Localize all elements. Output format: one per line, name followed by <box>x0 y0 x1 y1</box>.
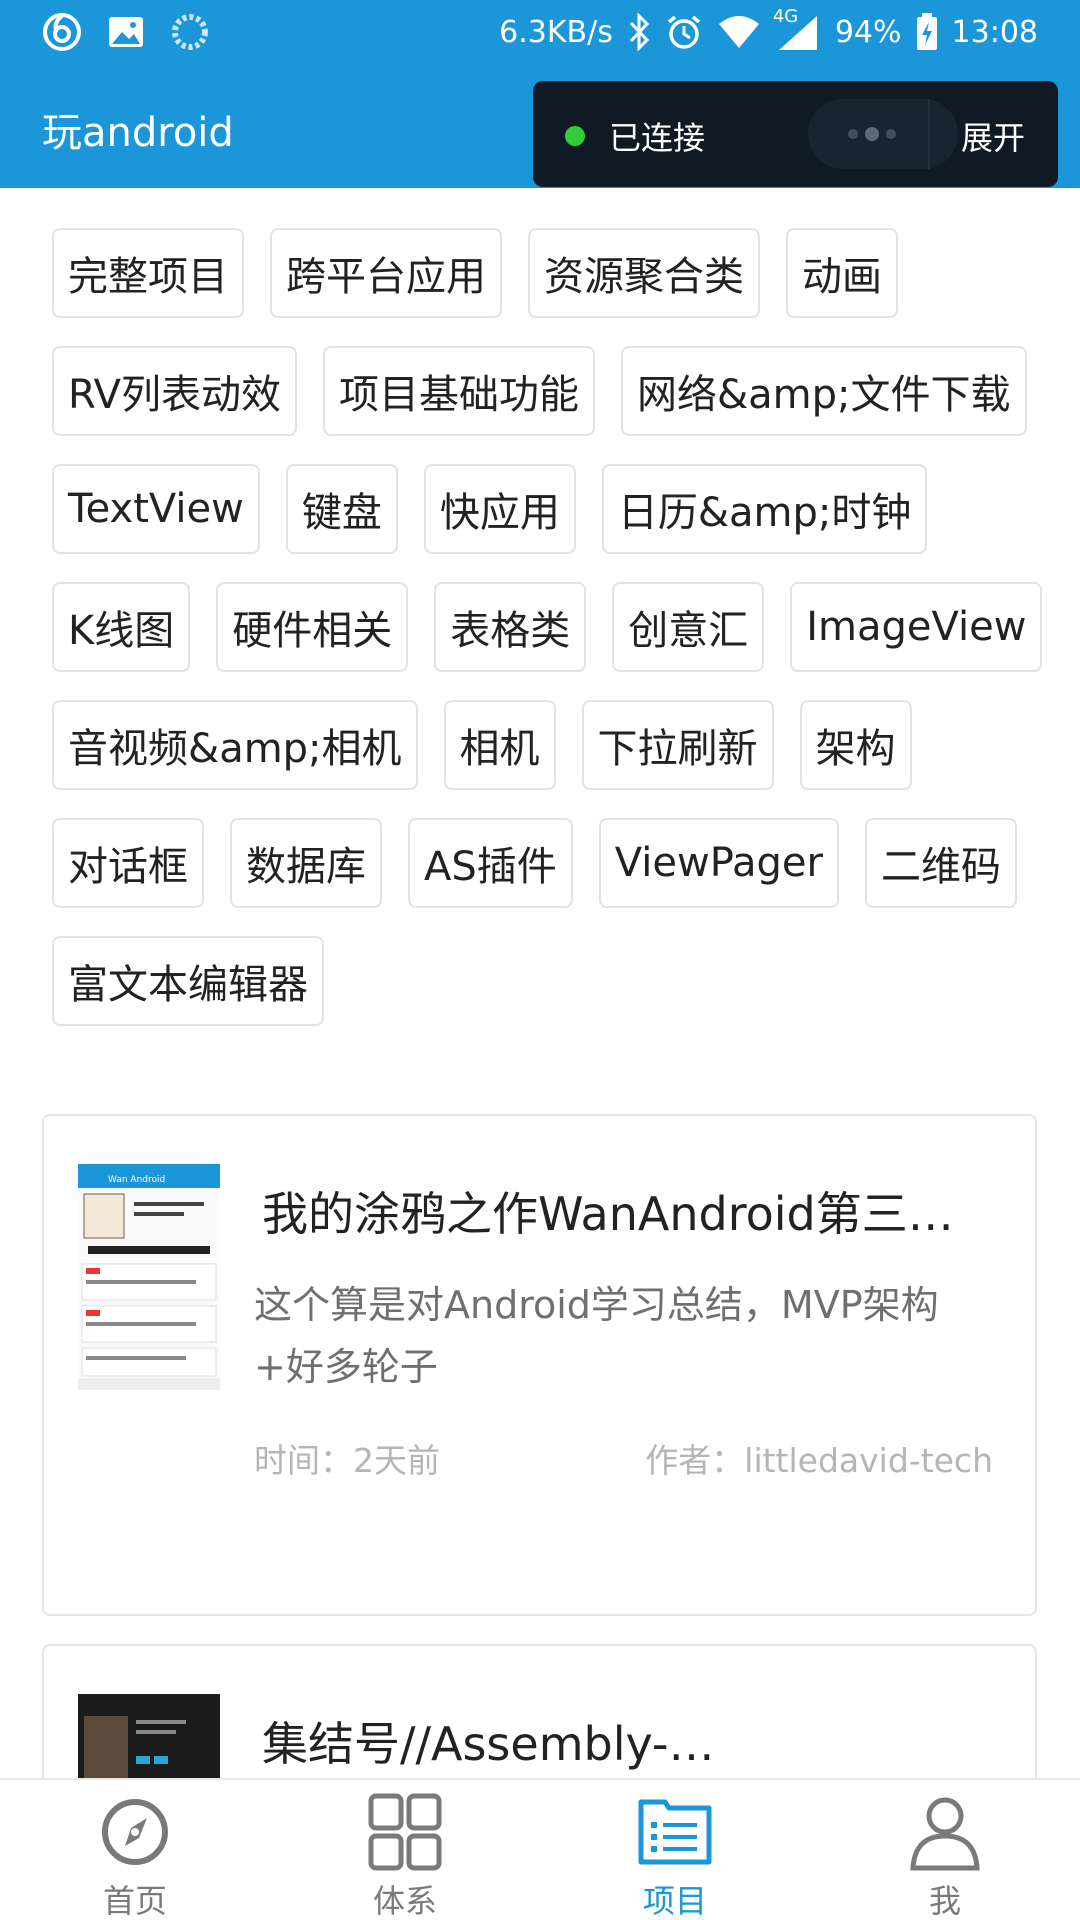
status-left <box>42 10 210 54</box>
nav-label: 首页 <box>102 1882 167 1920</box>
compass-icon <box>95 1792 175 1872</box>
person-icon <box>905 1792 985 1872</box>
tag-item[interactable]: ImageView <box>790 582 1043 672</box>
tag-item[interactable]: 日历&amp;时钟 <box>601 464 928 554</box>
project-thumbnail: Wan Android <box>78 1164 220 1390</box>
connection-overlay[interactable]: 已连接 展开 <box>533 81 1058 187</box>
nav-projects[interactable]: 项目 <box>540 1780 810 1920</box>
project-title: 我的涂鸦之作WanAndroid第三… <box>262 1187 954 1241</box>
app-title: 玩android <box>42 110 234 156</box>
tag-item[interactable]: 快应用 <box>423 464 576 554</box>
wifi-icon <box>717 14 761 50</box>
tag-item[interactable]: 表格类 <box>434 582 587 672</box>
project-title: 集结号//Assembly-… <box>262 1717 715 1771</box>
clock: 13:08 <box>951 14 1038 50</box>
nav-me[interactable]: 我 <box>810 1780 1080 1920</box>
network-speed: 6.3KB/s <box>499 14 613 50</box>
expand-button[interactable]: 展开 <box>961 113 1025 159</box>
tag-item[interactable]: TextView <box>52 464 260 554</box>
tag-item[interactable]: 完整项目 <box>52 228 244 318</box>
netease-music-icon <box>42 12 82 52</box>
nav-system[interactable]: 体系 <box>270 1780 540 1920</box>
tag-item[interactable]: RV列表动效 <box>52 346 297 436</box>
list-icon <box>635 1792 715 1872</box>
tag-item[interactable]: K线图 <box>52 582 191 672</box>
status-bar: 6.3KB/s 4G 94% 13:08 <box>0 0 1080 64</box>
tag-item[interactable]: ViewPager <box>598 818 839 908</box>
overlay-divider <box>928 99 930 169</box>
bluetooth-icon <box>627 13 651 51</box>
tag-item[interactable]: 项目基础功能 <box>322 346 595 436</box>
category-tags: 完整项目 跨平台应用 资源聚合类 动画 RV列表动效 项目基础功能 网络&amp… <box>52 228 1062 1026</box>
tag-item[interactable]: 富文本编辑器 <box>52 936 324 1026</box>
network-type: 4G <box>772 6 799 27</box>
project-author: 作者：littledavid-tech <box>645 1441 993 1480</box>
tag-item[interactable]: 跨平台应用 <box>270 228 502 318</box>
screen: 6.3KB/s 4G 94% 13:08 玩android 已连接 展开 完整项… <box>0 0 1080 1920</box>
tag-item[interactable]: 创意汇 <box>612 582 765 672</box>
connected-dot-icon <box>565 126 585 146</box>
tag-item[interactable]: 硬件相关 <box>216 582 409 672</box>
status-right: 6.3KB/s 4G 94% 13:08 <box>499 6 1038 54</box>
battery-charging-icon <box>916 13 938 51</box>
tag-item[interactable]: 资源聚合类 <box>528 228 760 318</box>
tag-item[interactable]: 下拉刷新 <box>581 700 774 790</box>
grid-icon <box>365 1792 445 1872</box>
project-description: 这个算是对Android学习总结，MVP架构+好多轮子 <box>254 1283 939 1389</box>
tag-item[interactable]: 二维码 <box>864 818 1017 908</box>
tag-item[interactable]: 动画 <box>786 228 898 318</box>
tag-item[interactable]: 数据库 <box>230 818 382 908</box>
tag-item[interactable]: 相机 <box>443 700 556 790</box>
project-card[interactable]: Wan Android 我的涂鸦之作WanAndroid第三… 这个算是对And… <box>42 1114 1037 1616</box>
tag-item[interactable]: 键盘 <box>285 464 398 554</box>
nav-home[interactable]: 首页 <box>0 1780 270 1920</box>
tag-item[interactable]: 对话框 <box>52 818 204 908</box>
nav-label: 体系 <box>372 1882 437 1920</box>
project-time: 时间：2天前 <box>254 1441 440 1480</box>
bottom-navigation: 首页 体系 项目 我 <box>0 1778 1080 1920</box>
thumb-header: Wan Android <box>108 1175 165 1185</box>
connection-status: 已连接 <box>609 119 706 157</box>
tag-item[interactable]: 音视频&amp;相机 <box>52 700 418 790</box>
alarm-icon <box>665 13 703 51</box>
loading-icon <box>170 12 210 52</box>
tag-item[interactable]: 网络&amp;文件下载 <box>620 346 1027 436</box>
battery-percent: 94% <box>834 14 902 50</box>
tag-item[interactable]: 架构 <box>799 700 912 790</box>
nav-label: 项目 <box>642 1882 707 1920</box>
tag-item[interactable]: AS插件 <box>408 818 573 908</box>
signal-icon: 4G <box>773 6 821 52</box>
more-capsule[interactable] <box>808 99 958 169</box>
gallery-icon <box>106 12 146 52</box>
nav-label: 我 <box>928 1882 961 1920</box>
